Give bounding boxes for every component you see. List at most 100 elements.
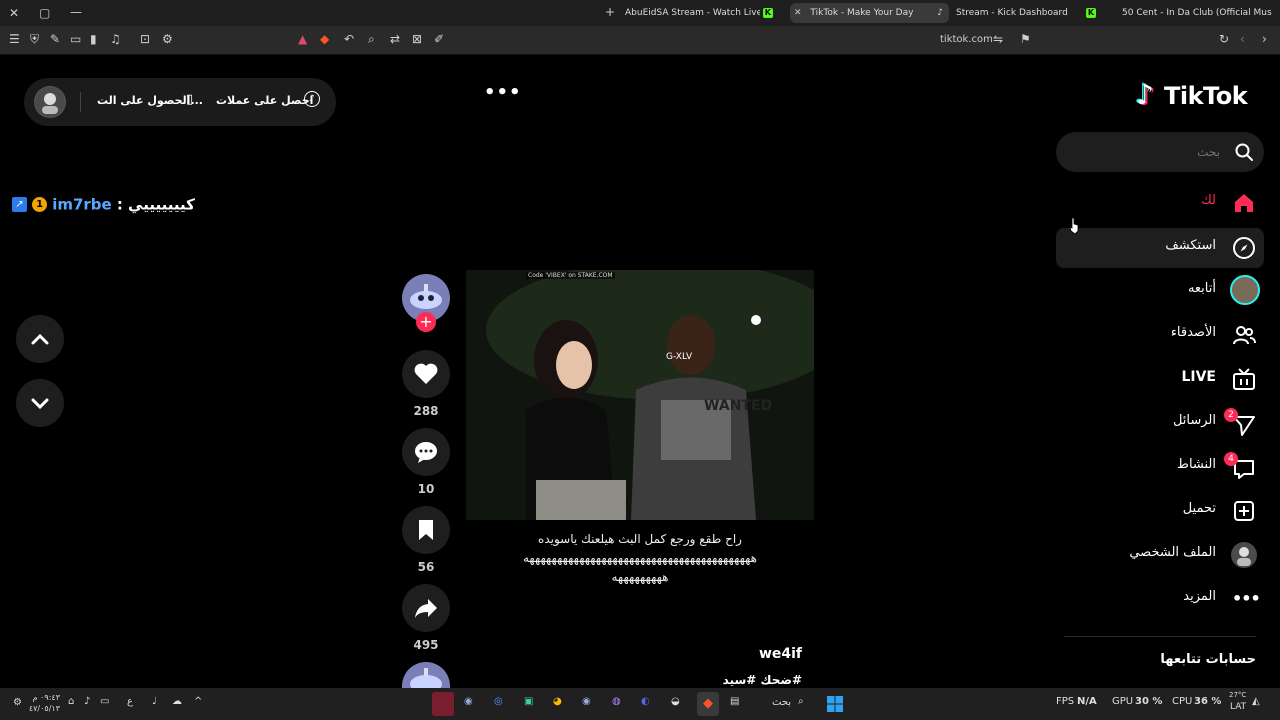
next-video-button[interactable] — [16, 379, 64, 427]
tab-tiktok[interactable]: ✕ TikTok - Make Your Day ♪ — [790, 3, 949, 23]
nav-profile[interactable]: الملف الشخصي — [1056, 535, 1264, 575]
cpu-value: 36 % — [1194, 696, 1222, 707]
tabs-icon[interactable]: ▭ — [70, 32, 81, 46]
file-explorer-icon[interactable]: ▤ — [730, 696, 739, 707]
network-icon[interactable]: ⌂ — [68, 696, 74, 707]
forward-icon[interactable]: › — [1262, 32, 1267, 46]
nav-label: استكشف — [1165, 238, 1216, 253]
music-icon[interactable]: ♫ — [110, 32, 121, 46]
nav-upload[interactable]: تحميل — [1056, 491, 1264, 531]
nav-label: أتابعه — [1187, 281, 1216, 296]
extension-icon[interactable]: ⚙ — [162, 32, 173, 46]
reload-icon[interactable]: ↻ — [1219, 32, 1229, 46]
volume-icon[interactable]: ♪ — [84, 696, 90, 707]
obs-icon[interactable]: ◒ — [671, 696, 680, 707]
save-button[interactable] — [402, 506, 450, 554]
rewards-icon[interactable]: ▲ — [298, 32, 307, 46]
tray-chevron-icon[interactable]: ^ — [194, 696, 202, 707]
comment-button[interactable] — [402, 428, 450, 476]
cpu-label: CPU — [1172, 696, 1193, 707]
shield-icon[interactable]: ⛨ — [30, 32, 39, 46]
chrome-icon[interactable]: ◕ — [553, 696, 562, 707]
hashtags[interactable]: #ضحك #سيد — [680, 673, 802, 687]
notification-icon[interactable]: ◭ — [1252, 696, 1260, 707]
verified-icon: ↗ — [12, 197, 27, 212]
lang-indicator-icon[interactable]: ع — [127, 696, 133, 707]
cloud-icon[interactable]: ☁ — [172, 696, 182, 707]
chat-username[interactable]: im7rbe — [52, 196, 112, 214]
tab-youtube[interactable]: 50 Cent - In Da Club (Official Music — [1122, 3, 1272, 23]
discord-icon[interactable]: ◐ — [641, 696, 650, 707]
shirt-text: WANTED — [704, 398, 773, 414]
nav-messages[interactable]: الرسائل 2 — [1056, 403, 1264, 443]
search-input[interactable] — [1068, 140, 1222, 164]
brave-shield-icon[interactable]: ◆ — [320, 32, 329, 46]
next-creator-avatar[interactable] — [402, 662, 450, 688]
site-settings-icon[interactable]: ⇋ — [993, 32, 1003, 46]
tab-label: 50 Cent - In Da Club (Official Music — [1122, 8, 1272, 18]
activity-badge: 4 — [1224, 452, 1238, 466]
more-options-icon[interactable]: ••• — [484, 82, 522, 103]
nav-label: الرسائل — [1172, 413, 1216, 428]
screenshot-icon[interactable]: ⊡ — [140, 32, 150, 46]
clock[interactable]: ٠٩:٤٣ م ٤٧/٠٥/١٣ — [28, 692, 60, 714]
phone-icon: ▯ — [186, 92, 194, 107]
avatar[interactable] — [34, 86, 66, 118]
new-tab-icon[interactable]: + — [605, 5, 615, 19]
zoom-icon[interactable]: ⌕ — [368, 32, 375, 46]
back-icon[interactable]: ‹ — [1240, 32, 1245, 46]
live-tv-icon — [1233, 368, 1255, 390]
sidebar-icon[interactable]: ▮ — [90, 32, 97, 46]
video-watermark: Code 'VIBEX' on STAKE.COM — [526, 272, 615, 279]
like-button[interactable] — [402, 350, 450, 398]
crop-icon[interactable]: ⊠ — [412, 32, 422, 46]
like-count: 288 — [413, 404, 439, 418]
pin-icon[interactable]: ✎ — [50, 32, 60, 46]
app-icon[interactable]: ◎ — [494, 696, 503, 707]
tab-abueid[interactable]: AbuEidSA Stream - Watch Live on Ki K — [625, 3, 785, 23]
brave-icon[interactable]: ◆ — [697, 692, 719, 716]
nav-following[interactable]: أتابعه — [1056, 271, 1264, 311]
settings-icon[interactable]: ⚙ — [13, 697, 22, 708]
following-accounts-header: حسابات تتابعها — [1160, 652, 1256, 667]
close-tab-icon[interactable]: ✕ — [794, 8, 802, 18]
address-bar[interactable]: tiktok.com — [940, 33, 993, 47]
top-actions-pill: الحصول على الت... ▯ احصل على عملات ♪ — [24, 78, 336, 126]
close-window-icon[interactable]: ✕ — [9, 6, 19, 20]
nav-activity[interactable]: النشاط 4 — [1056, 447, 1264, 487]
video-player[interactable]: Code 'VIBEX' on STAKE.COM G-XLV WANTED — [466, 270, 814, 520]
draw-icon[interactable]: ✐ — [434, 32, 444, 46]
nav-explore[interactable]: استكشف — [1056, 228, 1264, 268]
share-button[interactable] — [402, 584, 450, 632]
tiktok-logo[interactable]: ♪ TikTok — [1136, 78, 1260, 114]
mic-icon[interactable]: ♩ — [152, 696, 157, 707]
menu-icon[interactable]: ☰ — [9, 32, 20, 46]
taskbar-search[interactable]: بحث ⌕ — [760, 692, 816, 716]
previous-video-button[interactable] — [16, 315, 64, 363]
epic-games-icon[interactable] — [432, 692, 454, 716]
tab-kick-dashboard[interactable]: Stream - Kick Dashboard K — [956, 3, 1096, 23]
home-icon — [1235, 194, 1253, 212]
translate-icon[interactable]: ⇄ — [390, 32, 400, 46]
follow-button[interactable]: + — [416, 312, 436, 332]
get-coins-button[interactable]: احصل على عملات — [216, 94, 313, 107]
nav-live[interactable]: LIVE — [1056, 359, 1264, 399]
avatar-image — [35, 87, 65, 117]
undo-icon[interactable]: ↶ — [344, 32, 354, 46]
nav-more[interactable]: المزيد ••• — [1056, 579, 1264, 619]
search-bar[interactable] — [1056, 132, 1264, 172]
author-name[interactable]: we4if — [700, 646, 802, 662]
app-icon-2[interactable]: ▣ — [524, 696, 533, 707]
nav-friends[interactable]: الأصدقاء — [1056, 315, 1264, 355]
tab-label: AbuEidSA Stream - Watch Live on Ki — [625, 8, 760, 18]
app-icon-3[interactable]: ◍ — [612, 696, 621, 707]
restore-window-icon[interactable]: ▢ — [39, 6, 50, 20]
windows-start-icon[interactable] — [827, 696, 843, 712]
bookmark-icon[interactable]: ⚑ — [1020, 32, 1031, 46]
nav-for-you[interactable]: لك — [1056, 183, 1264, 223]
display-icon[interactable]: ▭ — [100, 696, 109, 707]
steam-icon-2[interactable]: ◉ — [582, 696, 591, 707]
search-icon[interactable] — [1234, 142, 1254, 162]
steam-icon[interactable]: ◉ — [464, 696, 473, 707]
minimize-window-icon[interactable]: — — [70, 5, 82, 19]
